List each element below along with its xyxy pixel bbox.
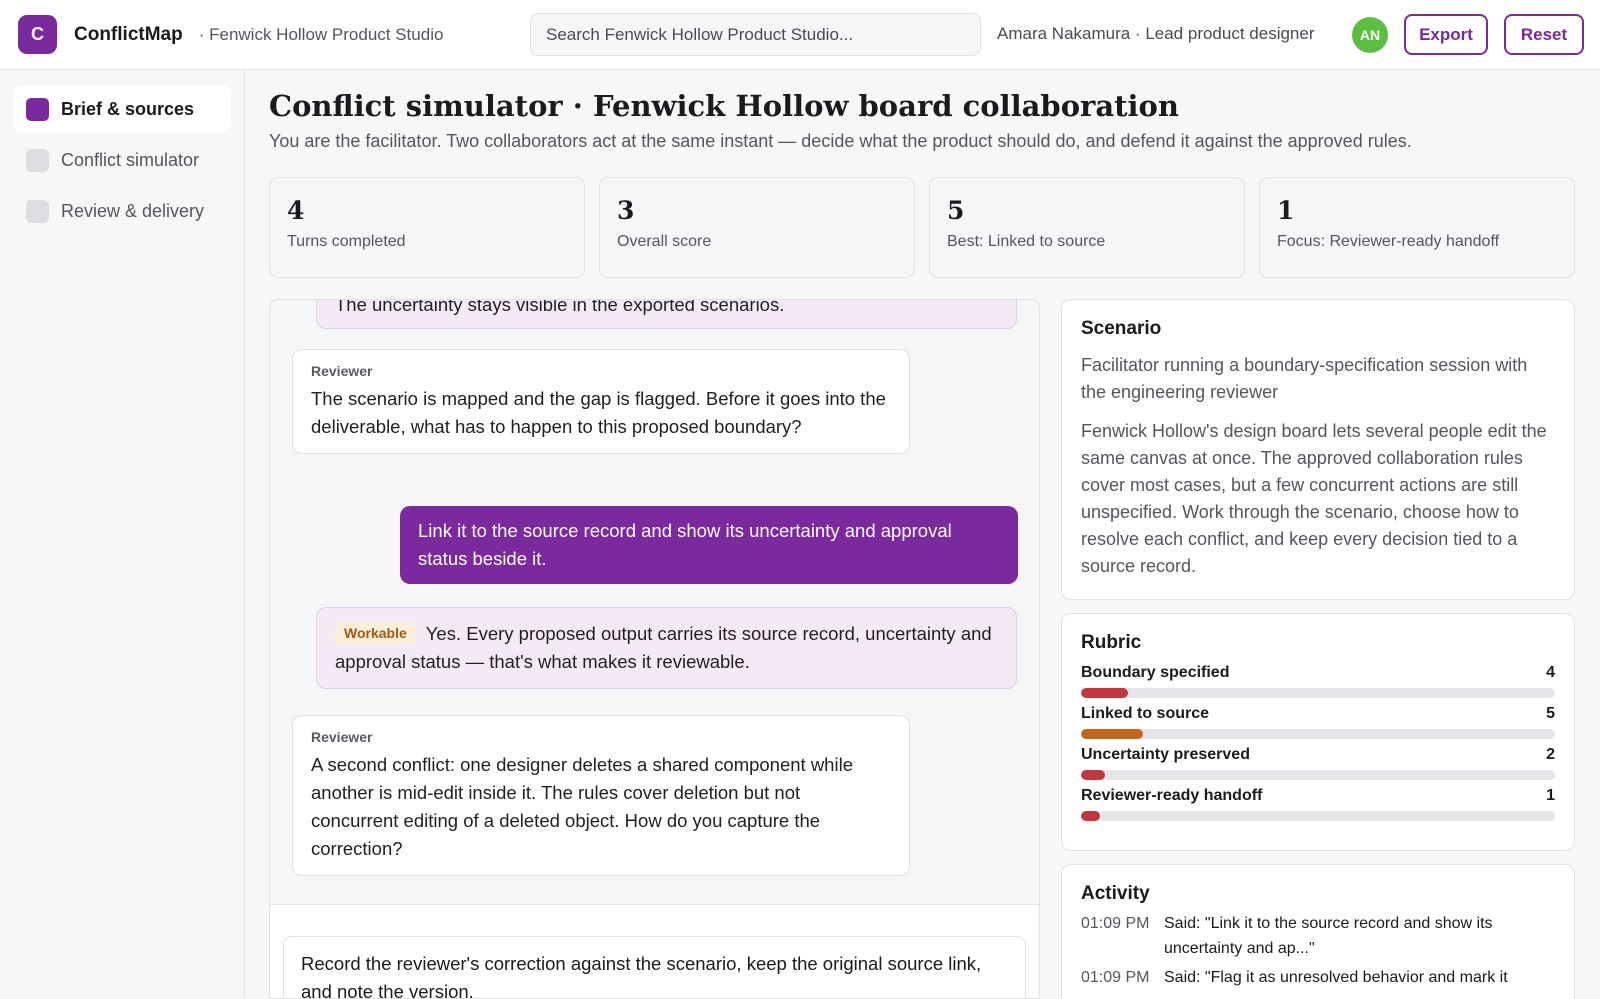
rubric-fill — [1081, 729, 1143, 739]
app-logo: C — [18, 15, 57, 54]
nav-square-icon — [26, 97, 49, 121]
sidebar-item-review-delivery[interactable]: Review & delivery — [14, 187, 231, 235]
export-button[interactable]: Export — [1404, 14, 1488, 55]
user-name: Amara Nakamura · Lead product designer — [997, 24, 1315, 43]
rubric-score: 1 — [1546, 787, 1555, 804]
rubric-score: 4 — [1546, 664, 1555, 681]
top-bar: C ConflictMap · Fenwick Hollow Product S… — [0, 0, 1600, 70]
rubric-fill — [1081, 811, 1100, 821]
message-text: The uncertainty stays visible in the exp… — [335, 299, 785, 315]
reviewer-message: Reviewer The scenario is mapped and the … — [292, 349, 910, 454]
activity-text: Said: "Flag it as unresolved behavior an… — [1164, 969, 1508, 986]
activity-time: 01:09 PM — [1081, 915, 1150, 932]
rubric-label: Uncertainty preserved — [1081, 746, 1250, 763]
stat-value: 3 — [617, 196, 635, 225]
rubric-list: Boundary specified 4 Linked to source 5 … — [1081, 664, 1555, 828]
message-text: Yes. Every proposed output carries its s… — [335, 623, 992, 672]
rubric-row: Boundary specified 4 — [1081, 664, 1555, 705]
rubric-row: Uncertainty preserved 2 — [1081, 746, 1555, 787]
stat-label: Best: Linked to source — [947, 233, 1106, 250]
user-message: Link it to the source record and show it… — [400, 506, 1018, 584]
reviewer-message: Reviewer A second conflict: one designer… — [292, 715, 910, 876]
sidebar-item-brief-sources[interactable]: Brief & sources — [14, 85, 231, 133]
sidebar-item-label: Conflict simulator — [61, 149, 200, 170]
stat-value: 5 — [947, 196, 965, 225]
rubric-label: Boundary specified — [1081, 664, 1230, 681]
sidebar-item-conflict-simulator[interactable]: Conflict simulator — [14, 136, 231, 184]
reset-button[interactable]: Reset — [1504, 14, 1584, 55]
sidebar: Brief & sources Conflict simulator Revie… — [0, 70, 245, 999]
scenario-card: Scenario Facilitator running a boundary-… — [1061, 299, 1575, 600]
stat-label: Turns completed — [287, 233, 406, 250]
activity-time: 01:09 PM — [1081, 969, 1150, 986]
rubric-track — [1081, 688, 1555, 698]
rubric-track — [1081, 729, 1555, 739]
nav-square-icon — [26, 148, 49, 172]
activity-item: 01:09 PM Said: "Link it to the source re… — [1081, 911, 1555, 961]
brand-name: ConflictMap — [74, 23, 183, 45]
rubric-track — [1081, 811, 1555, 821]
stat-card-best: 5 Best: Linked to source — [929, 177, 1245, 278]
rubric-title: Rubric — [1081, 632, 1142, 653]
rubric-score: 2 — [1546, 746, 1555, 763]
search-input[interactable] — [530, 13, 981, 56]
feedback-message: The uncertainty stays visible in the exp… — [316, 299, 1017, 329]
stat-value: 4 — [287, 196, 305, 225]
nav-square-icon — [26, 199, 49, 223]
activity-card: Activity 01:09 PM Said: "Link it to the … — [1061, 864, 1575, 999]
sidebar-item-label: Review & delivery — [61, 200, 205, 221]
rubric-label: Reviewer-ready handoff — [1081, 787, 1263, 804]
scenario-body: Fenwick Hollow's design board lets sever… — [1081, 421, 1547, 576]
rubric-row: Reviewer-ready handoff 1 — [1081, 787, 1555, 828]
feedback-message: Workable Yes. Every proposed output carri… — [316, 607, 1017, 689]
stat-card-focus: 1 Focus: Reviewer-ready handoff — [1259, 177, 1575, 278]
page-title: Conflict simulator · Fenwick Hollow boar… — [269, 89, 1179, 123]
message-text: Link it to the source record and show it… — [418, 520, 952, 569]
rubric-track — [1081, 770, 1555, 780]
stat-label: Focus: Reviewer-ready handoff — [1277, 233, 1500, 250]
composer-area: Record the reviewer's correction against… — [270, 904, 1039, 998]
stat-value: 1 — [1277, 196, 1295, 225]
page-subtitle: You are the facilitator. Two collaborato… — [269, 131, 1412, 151]
scenario-subtitle: Facilitator running a boundary-specifica… — [1081, 355, 1528, 402]
verdict-badge: Workable — [335, 622, 416, 644]
rubric-card: Rubric Boundary specified 4 Linked to so… — [1061, 613, 1575, 851]
sidebar-item-label: Brief & sources — [61, 98, 195, 119]
activity-list: 01:09 PM Said: "Link it to the source re… — [1081, 911, 1555, 990]
reply-input[interactable]: Record the reviewer's correction against… — [283, 936, 1026, 998]
activity-title: Activity — [1081, 883, 1150, 904]
chat-panel[interactable]: The uncertainty stays visible in the exp… — [269, 299, 1040, 999]
rubric-score: 5 — [1546, 705, 1555, 722]
rubric-label: Linked to source — [1081, 705, 1210, 722]
message-author: Reviewer — [311, 729, 373, 745]
stat-label: Overall score — [617, 233, 712, 250]
scenario-title: Scenario — [1081, 318, 1162, 339]
activity-item: 01:09 PM Said: "Flag it as unresolved be… — [1081, 965, 1555, 990]
activity-text: Said: "Link it to the source record and … — [1164, 915, 1493, 957]
message-text: A second conflict: one designer deletes … — [311, 754, 853, 859]
rubric-fill — [1081, 770, 1105, 780]
message-author: Reviewer — [311, 363, 373, 379]
rubric-row: Linked to source 5 — [1081, 705, 1555, 746]
message-text: The scenario is mapped and the gap is fl… — [311, 388, 886, 437]
workspace-name: · Fenwick Hollow Product Studio — [198, 24, 444, 44]
avatar[interactable]: AN — [1352, 17, 1388, 53]
rubric-fill — [1081, 688, 1129, 698]
stat-card-score: 3 Overall score — [599, 177, 915, 278]
stat-card-turns: 4 Turns completed — [269, 177, 585, 278]
